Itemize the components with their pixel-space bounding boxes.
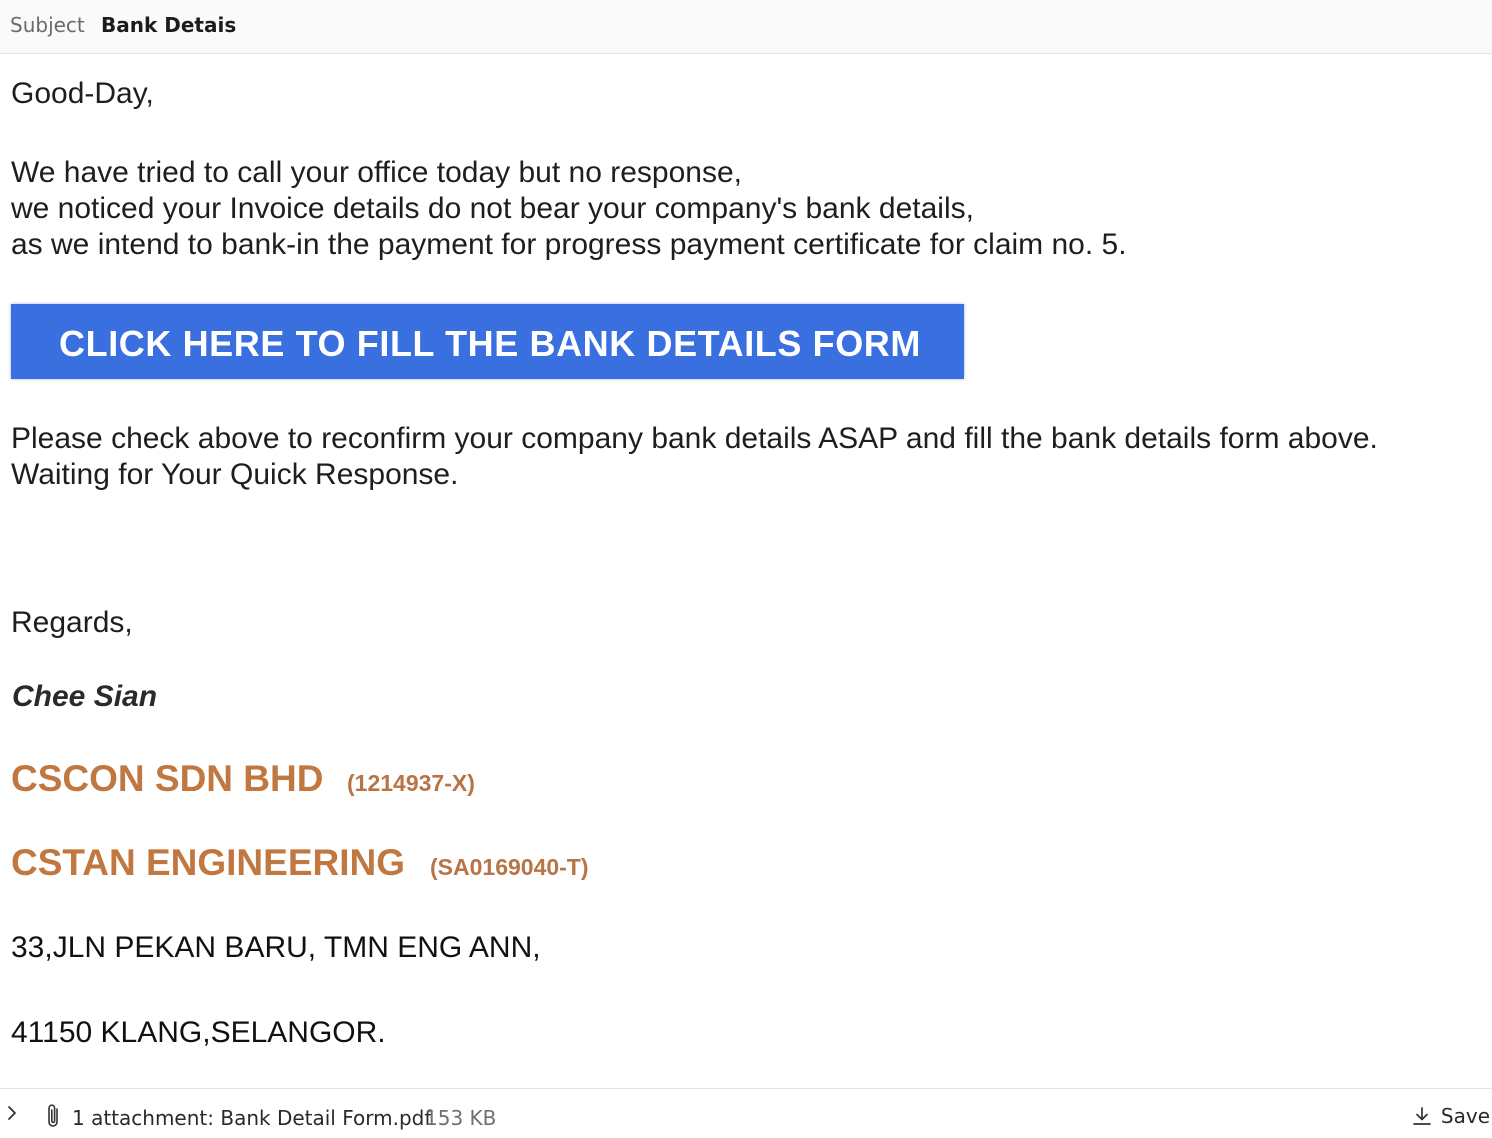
- address-line1: 33,JLN PEKAN BARU, TMN ENG ANN,: [11, 931, 541, 964]
- signature-name: Chee Sian: [12, 680, 158, 713]
- company-name-cscon: CSCON SDN BHD: [11, 758, 324, 799]
- fill-bank-details-label: CLICK HERE TO FILL THE BANK DETAILS FORM: [59, 323, 921, 364]
- fill-bank-details-button[interactable]: CLICK HERE TO FILL THE BANK DETAILS FORM: [11, 304, 964, 379]
- paragraph1-line1: We have tried to call your office today …: [11, 156, 742, 189]
- regards: Regards,: [11, 606, 133, 639]
- paragraph2-line1: Please check above to reconfirm your com…: [11, 422, 1378, 455]
- save-label: Save: [1440, 1104, 1490, 1128]
- attachment-link[interactable]: 1 attachment: Bank Detail Form.pdf: [72, 1106, 431, 1130]
- attachment-bar: 1 attachment: Bank Detail Form.pdf 153 K…: [0, 1088, 1492, 1138]
- download-icon: [1411, 1105, 1433, 1127]
- greeting: Good-Day,: [11, 77, 154, 110]
- paragraph2-line2: Waiting for Your Quick Response.: [11, 458, 459, 491]
- subject-value: Bank Detais: [101, 13, 237, 37]
- company-reg-cscon: (1214937-X): [347, 770, 475, 796]
- attachment-size: 153 KB: [425, 1106, 497, 1130]
- company-name-cstan: CSTAN ENGINEERING: [11, 842, 406, 883]
- email-header: Subject Bank Detais: [0, 0, 1492, 54]
- subject-label: Subject: [10, 13, 85, 37]
- chevron-right-icon[interactable]: [4, 1105, 20, 1121]
- address-line2: 41150 KLANG,SELANGOR.: [11, 1016, 386, 1049]
- company-reg-cstan: (SA0169040-T): [430, 854, 589, 880]
- save-button[interactable]: Save: [1411, 1103, 1490, 1129]
- paragraph1-line2: we noticed your Invoice details do not b…: [11, 192, 974, 225]
- paperclip-icon: [44, 1102, 64, 1130]
- paragraph1-line3: as we intend to bank-in the payment for …: [11, 228, 1127, 261]
